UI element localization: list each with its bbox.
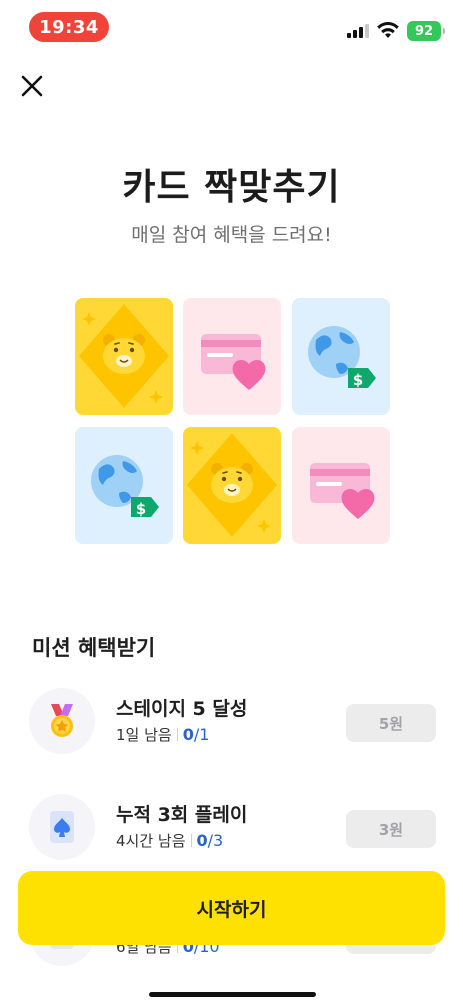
svg-text:$: $ — [136, 500, 146, 518]
medal-icon — [51, 704, 73, 737]
memory-card-globe: $ — [75, 427, 173, 544]
mission-icon-container — [29, 794, 95, 860]
cellular-signal-icon — [347, 22, 369, 38]
mission-progress-current: 0 — [196, 831, 208, 850]
wifi-icon — [377, 22, 399, 38]
mission-progress-total: /1 — [193, 725, 210, 744]
status-bar: 19:34 92 — [0, 0, 463, 54]
memory-card-lion — [183, 427, 281, 544]
mission-section-title: 미션 혜택받기 — [32, 636, 156, 660]
mission-status: 4시간 남음 0/3 — [116, 830, 223, 851]
close-button[interactable] — [16, 70, 48, 102]
battery-level: 92 — [414, 23, 434, 39]
memory-card-lion — [75, 298, 173, 415]
lion-icon — [187, 433, 277, 537]
mission-title: 누적 3회 플레이 — [116, 804, 248, 826]
globe-money-icon: $ — [91, 455, 159, 518]
mission-progress-total: /3 — [207, 831, 224, 850]
memory-card-credit — [183, 298, 281, 415]
divider — [176, 728, 178, 741]
memory-card-credit — [292, 427, 390, 544]
mission-reward-button[interactable]: 5원 — [346, 704, 436, 742]
credit-card-heart-icon — [201, 334, 266, 390]
lion-icon — [79, 304, 169, 408]
home-indicator — [149, 992, 316, 997]
mission-progress-current: 0 — [182, 725, 194, 744]
memory-card-globe: $ — [292, 298, 390, 415]
mission-status: 1일 남음 0/1 — [116, 724, 209, 745]
globe-money-icon: $ — [308, 326, 376, 389]
spade-card-icon — [50, 811, 74, 843]
mission-progress: 0/3 — [197, 831, 224, 850]
battery-indicator: 92 — [407, 21, 445, 41]
mission-remaining: 4시간 남음 — [116, 832, 186, 850]
divider — [190, 834, 192, 847]
close-icon — [21, 75, 43, 97]
mission-reward-button[interactable]: 3원 — [346, 810, 436, 848]
start-button[interactable]: 시작하기 — [18, 871, 445, 945]
mission-item: 스테이지 5 달성 1일 남음 0/1 5원 — [0, 686, 463, 756]
page-subtitle: 매일 참여 혜택을 드려요! — [131, 224, 332, 246]
mission-progress: 0/1 — [183, 725, 210, 744]
svg-text:$: $ — [353, 371, 363, 389]
status-time: 19:34 — [29, 12, 109, 42]
mission-icon-container — [29, 688, 95, 754]
mission-item: 누적 3회 플레이 4시간 남음 0/3 3원 — [0, 792, 463, 862]
page-title: 카드 짝맞추기 — [122, 167, 341, 208]
mission-title: 스테이지 5 달성 — [116, 698, 248, 720]
credit-card-heart-icon — [310, 463, 375, 519]
mission-remaining: 1일 남음 — [116, 726, 172, 744]
